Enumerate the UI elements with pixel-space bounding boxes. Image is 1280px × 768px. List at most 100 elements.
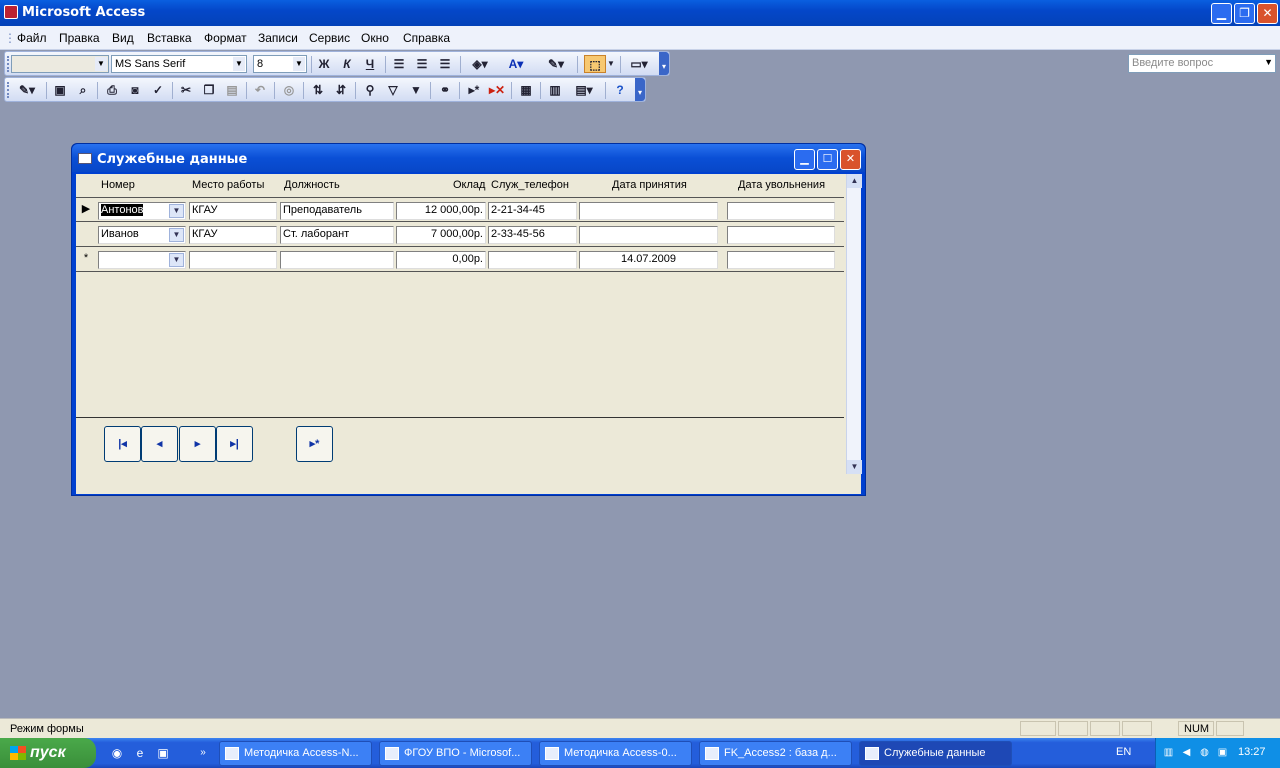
font-color-icon[interactable]: A▾ [501,55,531,73]
display-icon[interactable]: ▣ [1216,747,1229,759]
italic-button[interactable]: К [337,55,357,73]
quicklaunch-icon[interactable]: ◉ [110,746,124,760]
network-icon[interactable]: ▥ [1162,747,1175,759]
oklad-field[interactable]: 7 000,00р. [396,226,486,244]
print-preview-icon[interactable]: ◙ [125,81,145,99]
font-name-combo[interactable]: MS Sans Serif ▼ [111,55,247,73]
menu-view[interactable]: Вид [112,31,134,45]
date-out-field[interactable] [727,202,835,220]
last-record-button[interactable]: ▸| [216,426,253,462]
tel-field[interactable] [488,251,577,269]
mesto-field[interactable]: КГАУ [189,226,277,244]
undo-icon[interactable]: ↶ [250,81,270,99]
align-center-icon[interactable]: ☰ [412,55,432,73]
properties-icon[interactable]: ▦ [516,81,536,99]
dolzh-field[interactable] [280,251,394,269]
next-record-button[interactable]: ▸ [179,426,216,462]
chevron-down-icon[interactable]: ▼ [169,228,184,242]
taskbar-item-active[interactable]: Служебные данные [859,741,1012,766]
oklad-field[interactable]: 0,00р. [396,251,486,269]
restore-button[interactable]: ❐ [1234,3,1255,24]
save-icon[interactable]: ▣ [50,81,70,99]
form-maximize-button[interactable]: ☐ [817,149,838,170]
close-button[interactable]: ✕ [1257,3,1278,24]
filter-by-form-icon[interactable]: ▽ [383,81,403,99]
volume-icon[interactable]: ◀ [1180,747,1193,759]
underline-button[interactable]: Ч [360,55,380,73]
mesto-field[interactable]: КГАУ [189,202,277,220]
scroll-down-icon[interactable]: ▼ [847,460,862,474]
apply-filter-icon[interactable]: ▼ [406,81,426,99]
sort-ascending-icon[interactable]: ⇅ [308,81,328,99]
new-record-selector[interactable]: * [76,247,96,272]
antivirus-icon[interactable]: ◍ [1198,747,1211,759]
minimize-button[interactable]: ▁ [1211,3,1232,24]
taskbar-item[interactable]: ФГОУ ВПО - Microsof... [379,741,532,766]
date-in-field[interactable]: 14.07.2009 [579,251,718,269]
toolbar-options-icon[interactable]: ▾ [635,78,645,101]
nomer-combo[interactable]: Антонов ▼ [98,202,186,220]
menu-tools[interactable]: Сервис [309,31,350,45]
dolzh-field[interactable]: Преподаватель [280,202,394,220]
language-indicator[interactable]: EN [1116,746,1131,758]
date-in-field[interactable] [579,226,718,244]
help-icon[interactable]: ? [610,81,630,99]
line-width-icon[interactable]: ▭▾ [625,55,653,73]
cut-icon[interactable]: ✂ [176,81,196,99]
quicklaunch-more-icon[interactable]: » [196,746,210,760]
object-combo[interactable]: ▼ [11,55,109,73]
dolzh-field[interactable]: Ст. лаборант [280,226,394,244]
first-record-button[interactable]: |◂ [104,426,141,462]
chevron-down-icon[interactable]: ▼ [606,55,616,73]
start-button[interactable]: пуск [0,738,96,768]
bold-button[interactable]: Ж [314,55,334,73]
paste-icon[interactable]: ▤ [222,81,242,99]
menu-records[interactable]: Записи [258,31,298,45]
help-question-input[interactable]: Введите вопрос ▼ [1128,54,1276,73]
delete-record-icon[interactable]: ▸✕ [487,81,507,99]
hyperlink-icon[interactable]: ◎ [279,81,299,99]
ie-icon[interactable]: e [133,746,147,760]
font-size-combo[interactable]: 8 ▼ [253,55,307,73]
form-icon[interactable] [78,153,92,164]
menu-format[interactable]: Формат [204,31,247,45]
date-in-field[interactable] [579,202,718,220]
new-record-icon[interactable]: ▸* [464,81,484,99]
taskbar-item[interactable]: Методичка Access-N... [219,741,372,766]
form-close-button[interactable]: ✕ [840,149,861,170]
view-icon[interactable]: ✎▾ [12,81,42,99]
menu-file[interactable]: Файл [17,31,47,45]
date-out-field[interactable] [727,251,835,269]
new-record-button[interactable]: ▸* [296,426,333,462]
align-right-icon[interactable]: ☰ [435,55,455,73]
taskbar-item[interactable]: Методичка Access-0... [539,741,692,766]
copy-icon[interactable]: ❐ [199,81,219,99]
menu-window[interactable]: Окно [361,31,389,45]
chevron-down-icon[interactable]: ▼ [233,57,245,71]
date-out-field[interactable] [727,226,835,244]
spelling-icon[interactable]: ✓ [148,81,168,99]
form-titlebar[interactable]: Служебные данные ▁ ☐ ✕ [72,144,865,172]
menu-help[interactable]: Справка [403,31,450,45]
toolbar-grip[interactable] [7,56,10,72]
menu-insert[interactable]: Вставка [147,31,192,45]
print-icon[interactable]: ⎙ [102,81,122,99]
chevron-down-icon[interactable]: ▼ [95,57,107,71]
new-object-icon[interactable]: ▤▾ [568,81,600,99]
oklad-field[interactable]: 12 000,00р. [396,202,486,220]
filter-by-selection-icon[interactable]: ⚲ [360,81,380,99]
app-quicklaunch-icon[interactable]: ▣ [156,746,170,760]
access-app-icon[interactable] [4,5,18,19]
tel-field[interactable]: 2-33-45-56 [488,226,577,244]
chevron-down-icon[interactable]: ▼ [169,204,184,218]
find-icon[interactable]: ⚭ [435,81,455,99]
menu-edit[interactable]: Правка [59,31,100,45]
record-selector[interactable]: ▶ [76,198,96,223]
chevron-down-icon[interactable]: ▼ [1264,57,1273,67]
file-search-icon[interactable]: ⌕ [73,81,93,99]
taskbar-item[interactable]: FK_Access2 : база д... [699,741,852,766]
align-left-icon[interactable]: ☰ [389,55,409,73]
sort-descending-icon[interactable]: ⇵ [331,81,351,99]
vertical-scrollbar[interactable]: ▲ ▼ [846,174,862,474]
toolbar-grip[interactable] [7,82,10,98]
